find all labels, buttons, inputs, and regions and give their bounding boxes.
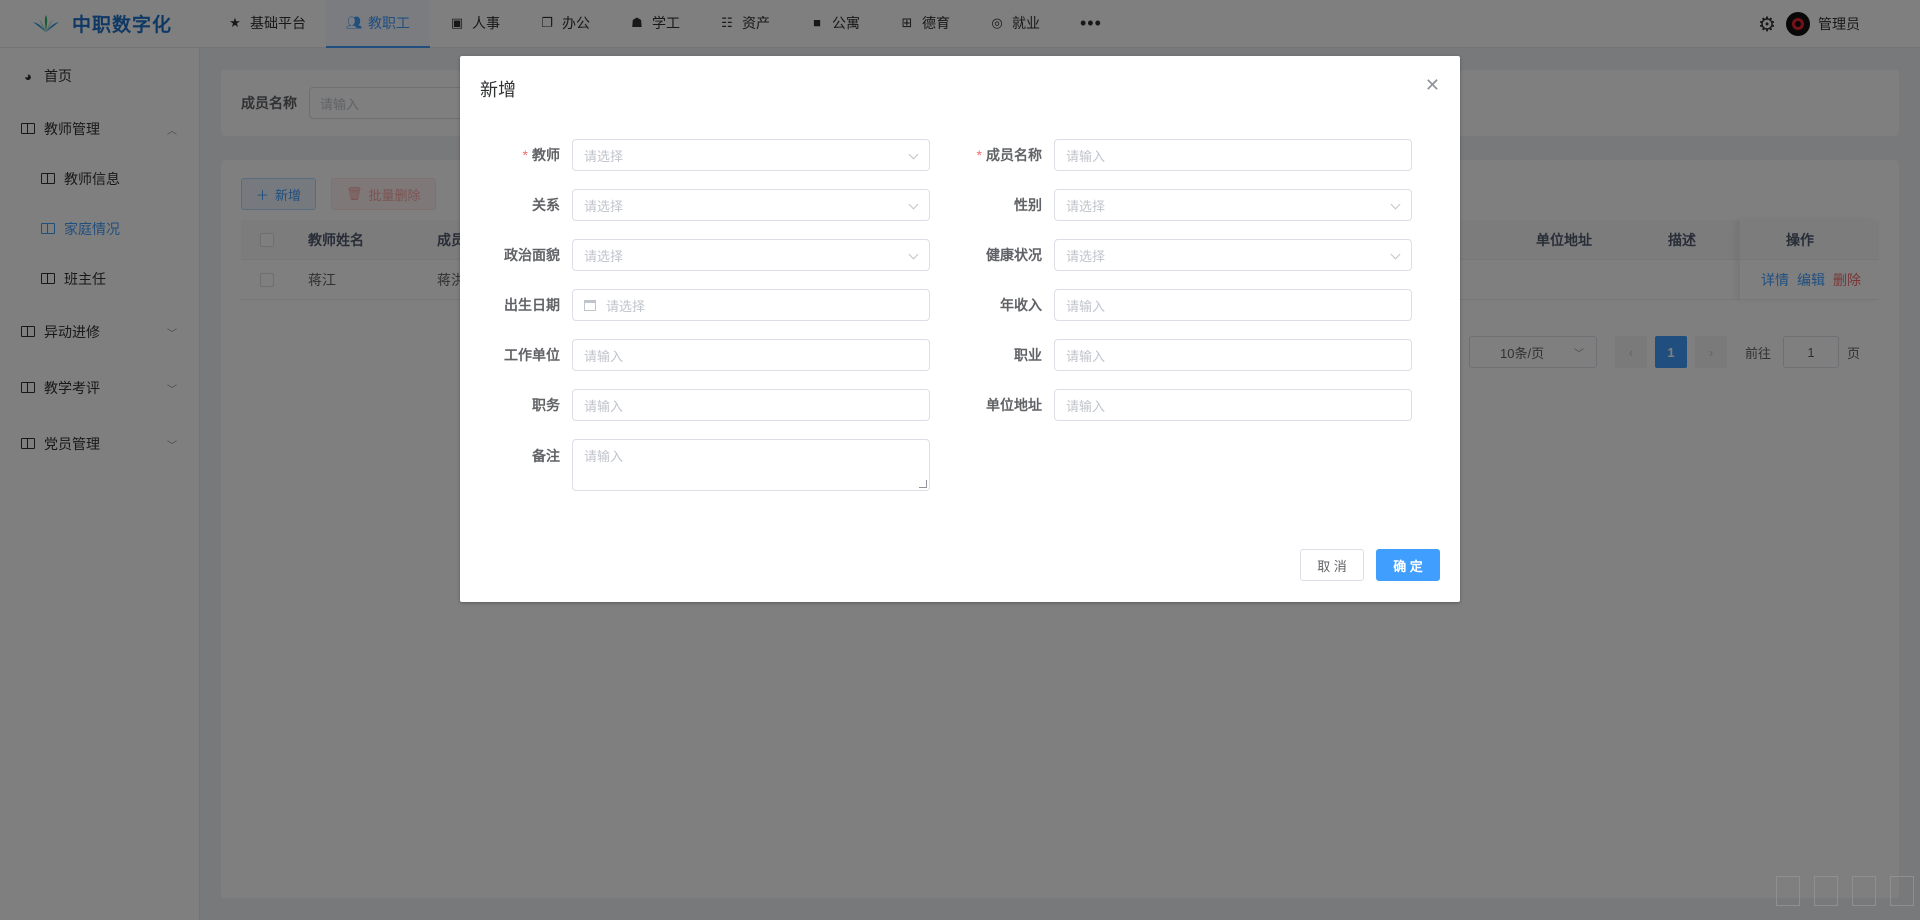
form-item-work-unit: 工作单位 请输入 [460,339,930,371]
chevron-down-icon [908,149,919,160]
unit-address-placeholder: 请输入 [1066,398,1106,414]
label-politics: 政治面貌 [504,247,560,263]
label-relation: 关系 [532,197,560,213]
income-input[interactable]: 请输入 [1054,289,1412,321]
corner-widgets [1762,876,1914,906]
remark-placeholder: 请输入 [584,449,624,464]
health-placeholder: 请选择 [1066,248,1106,264]
add-dialog: 新增 ✕ * 教师 请选择 * 成员名称 请输入 关系 请选择 性别 请选择 政治面… [460,56,1460,602]
form-item-income: 年收入 请输入 [942,289,1412,321]
label-health: 健康状况 [986,247,1042,263]
work-unit-input[interactable]: 请输入 [572,339,930,371]
dialog-title: 新增 [480,80,516,100]
chevron-down-icon [1390,199,1401,210]
position-input[interactable]: 请输入 [572,389,930,421]
form-item-remark: 备注 请输入 [460,439,930,491]
close-icon[interactable]: ✕ [1425,76,1440,94]
relation-select[interactable]: 请选择 [572,189,930,221]
label-gender: 性别 [1014,197,1042,213]
chevron-down-icon [1390,249,1401,260]
work-unit-placeholder: 请输入 [584,348,624,364]
required-mark: * [522,147,528,163]
form-item-birthday: 出生日期 请选择 [460,289,930,321]
teacher-select-placeholder: 请选择 [584,148,624,164]
form-item-health: 健康状况 请选择 [942,239,1412,271]
label-teacher: * 教师 [522,147,560,163]
confirm-button[interactable]: 确 定 [1376,549,1440,581]
relation-placeholder: 请选择 [584,198,624,214]
form-item-unit-address: 单位地址 请输入 [942,389,1412,421]
income-placeholder: 请输入 [1066,298,1106,314]
label-unit-address: 单位地址 [986,397,1042,413]
required-mark: * [976,147,982,163]
form-item-occupation: 职业 请输入 [942,339,1412,371]
label-birthday: 出生日期 [504,297,560,313]
label-income: 年收入 [1000,297,1042,313]
birthday-placeholder: 请选择 [606,298,646,314]
occupation-placeholder: 请输入 [1066,348,1106,364]
remark-textarea[interactable]: 请输入 [572,439,930,491]
teacher-select[interactable]: 请选择 [572,139,930,171]
label-member-name: * 成员名称 [976,147,1042,163]
chevron-down-icon [908,249,919,260]
form-item-gender: 性别 请选择 [942,189,1412,221]
label-position: 职务 [532,397,560,413]
calendar-icon [584,299,596,311]
gender-select[interactable]: 请选择 [1054,189,1412,221]
form-item-teacher: * 教师 请选择 [460,139,930,171]
form-item-position: 职务 请输入 [460,389,930,421]
resize-handle-icon[interactable] [919,480,927,488]
label-remark: 备注 [532,448,560,464]
birthday-date-picker[interactable]: 请选择 [572,289,930,321]
position-placeholder: 请输入 [584,398,624,414]
chevron-down-icon [908,199,919,210]
cancel-button[interactable]: 取 消 [1300,549,1364,581]
label-work-unit: 工作单位 [504,347,560,363]
member-name-placeholder: 请输入 [1066,148,1106,164]
gender-placeholder: 请选择 [1066,198,1106,214]
health-select[interactable]: 请选择 [1054,239,1412,271]
occupation-input[interactable]: 请输入 [1054,339,1412,371]
unit-address-input[interactable]: 请输入 [1054,389,1412,421]
politics-placeholder: 请选择 [584,248,624,264]
member-name-input[interactable]: 请输入 [1054,139,1412,171]
label-occupation: 职业 [1014,347,1042,363]
form-item-relation: 关系 请选择 [460,189,930,221]
form-item-politics: 政治面貌 请选择 [460,239,930,271]
form-item-member-name: * 成员名称 请输入 [942,139,1412,171]
politics-select[interactable]: 请选择 [572,239,930,271]
